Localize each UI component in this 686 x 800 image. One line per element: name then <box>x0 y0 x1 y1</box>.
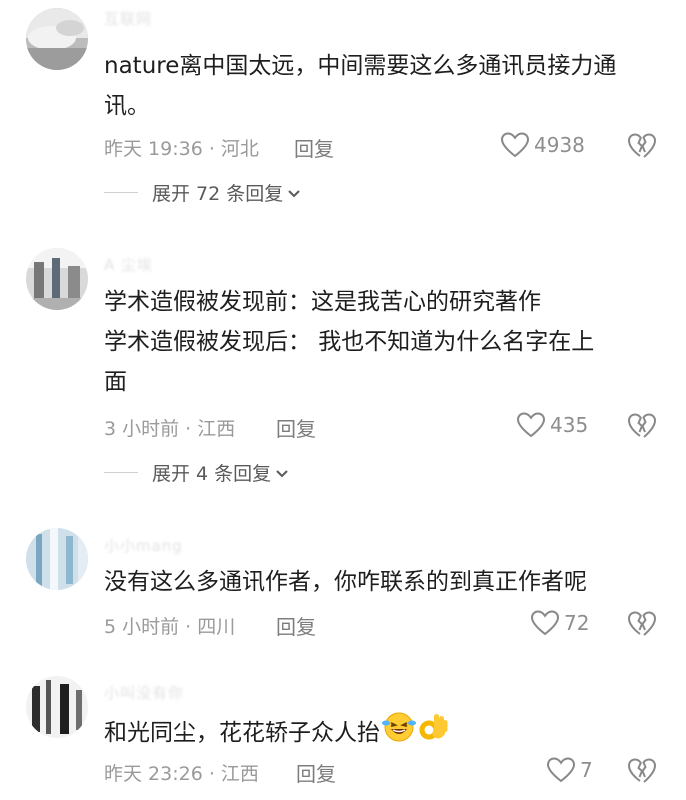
broken-heart-icon <box>626 411 658 441</box>
expand-replies[interactable]: 展开 72 条回复 <box>104 179 301 206</box>
username[interactable]: A 尘埃 <box>104 254 153 275</box>
comment-meta: 5 小时前 · 四川 <box>104 616 236 638</box>
dislike-button[interactable] <box>626 756 658 786</box>
chevron-down-icon <box>287 182 301 204</box>
reply-button[interactable]: 回复 <box>276 413 316 442</box>
broken-heart-icon <box>626 756 658 786</box>
heart-outline-icon <box>530 609 560 637</box>
like-button[interactable]: 4938 <box>500 131 585 159</box>
username[interactable]: 小叫没有你 <box>104 682 184 703</box>
avatar[interactable] <box>26 676 88 738</box>
comment-text: nature离中国太远，中间需要这么多通讯员接力通 讯。 <box>104 53 617 119</box>
comment-text: 没有这么多通讯作者，你咋联系的到真正作者呢 <box>104 569 587 595</box>
username[interactable]: 互联网 <box>104 8 152 29</box>
like-count: 72 <box>564 611 590 635</box>
heart-outline-icon <box>516 411 546 439</box>
comment-meta: 昨天 23:26 · 江西 <box>104 763 259 785</box>
comment-text-line: 和光同尘，花花轿子众人抬 <box>104 720 380 746</box>
comment-text: 和光同尘，花花轿子众人抬 <box>104 710 664 757</box>
like-button[interactable]: 435 <box>516 411 588 439</box>
like-count: 435 <box>550 413 589 437</box>
expand-replies-label: 展开 72 条回复 <box>152 183 284 205</box>
reply-button[interactable]: 回复 <box>294 133 334 162</box>
divider-line <box>104 472 138 473</box>
dislike-button[interactable] <box>626 131 658 161</box>
chevron-down-icon <box>275 462 289 484</box>
like-count: 7 <box>580 758 593 782</box>
avatar[interactable] <box>26 8 88 70</box>
like-button[interactable]: 72 <box>530 609 589 637</box>
laughing-crying-emoji-icon <box>382 711 416 756</box>
comment-text: 学术造假被发现前：这是我苦心的研究著作 学术造假被发现后： 我也不知道为什么名字… <box>104 289 595 395</box>
dislike-button[interactable] <box>626 609 658 639</box>
dislike-button[interactable] <box>626 411 658 441</box>
expand-replies-label: 展开 4 条回复 <box>152 463 272 485</box>
broken-heart-icon <box>626 609 658 639</box>
broken-heart-icon <box>626 131 658 161</box>
like-button[interactable]: 7 <box>546 756 593 784</box>
heart-outline-icon <box>500 131 530 159</box>
divider-line <box>104 192 138 193</box>
comment-meta: 昨天 19:36 · 河北 <box>104 138 259 160</box>
avatar[interactable] <box>26 528 88 590</box>
username[interactable]: 小小mang <box>104 535 183 556</box>
reply-button[interactable]: 回复 <box>276 611 316 640</box>
like-count: 4938 <box>534 133 585 157</box>
expand-replies[interactable]: 展开 4 条回复 <box>104 459 289 486</box>
comment-meta: 3 小时前 · 江西 <box>104 418 236 440</box>
reply-button[interactable]: 回复 <box>296 758 336 787</box>
heart-outline-icon <box>546 756 576 784</box>
avatar[interactable] <box>26 248 88 310</box>
ok-hand-emoji-icon <box>418 710 450 757</box>
